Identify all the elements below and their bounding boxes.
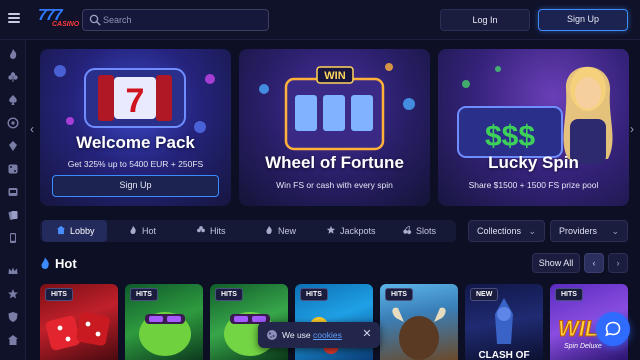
fire-icon [41,257,49,269]
banner-subtitle: Share $1500 + 1500 FS prize pool [468,180,599,190]
providers-label: Providers [559,226,598,236]
game-subtitle-text: Spin Deluxe [564,343,602,350]
cards-icon[interactable] [7,209,19,221]
banner-lucky-spin[interactable]: $$$ Lucky Spin Share $1500 + 1500 FS pri… [438,49,629,206]
search-box[interactable] [82,9,269,31]
banner-subtitle: Win FS or cash with every spin [276,180,393,190]
banner-title: Welcome Pack [76,133,195,152]
section-title: Hot [40,255,77,273]
game-badge: NEW [470,288,499,301]
tab-label: New [278,226,297,236]
signup-button[interactable]: Sign Up [538,9,628,31]
clover-icon [197,226,205,233]
banner-wheel-of-fortune[interactable]: WIN Wheel of Fortune Win FS or cash with… [239,49,430,206]
tab-lobby[interactable]: Lobby [42,220,107,242]
tab-label: Hot [142,226,157,236]
banner-title: Wheel of Fortune [265,153,404,172]
lobby-icon[interactable] [7,334,19,346]
login-button[interactable]: Log In [440,9,530,31]
tab-label: Lobby [70,226,95,236]
collections-label: Collections [477,226,522,236]
star-icon[interactable] [7,288,19,300]
star-icon [326,225,336,234]
providers-dropdown[interactable]: Providers ⌄ [550,220,628,242]
game-title-text: CLASH OF [478,350,529,360]
chat-button[interactable] [596,312,630,346]
show-all-button[interactable]: Show All [532,253,580,273]
game-title-text: WIL [558,316,598,341]
game-badge: HITS [300,288,328,301]
banner-prev-arrow[interactable]: ‹ [30,122,34,136]
category-tabs: Lobby Hot Hits New Jackpots Slots [40,220,456,242]
fire-icon[interactable] [7,48,19,60]
cherry-icon [403,225,412,235]
section-title-text: Hot [55,256,77,271]
game-badge: HITS [130,288,158,301]
clover-icon[interactable] [7,71,19,83]
collections-dropdown[interactable]: Collections ⌄ [468,220,545,242]
menu-icon[interactable] [8,13,20,23]
cookie-text: We use [282,330,311,340]
search-input[interactable] [103,13,263,27]
game-badge: HITS [385,288,413,301]
chat-icon [605,321,621,337]
tab-slots[interactable]: Slots [402,220,452,242]
lobby-icon [56,225,66,235]
banner-title: Lucky Spin [488,153,579,172]
tab-new[interactable]: New [264,220,324,242]
phone-icon[interactable] [7,232,19,244]
shield-icon[interactable] [7,311,19,323]
cookie-text-wrap: We use cookies [282,330,342,340]
next-page-button[interactable]: › [608,253,628,273]
slot-icon[interactable] [7,186,19,198]
fire-icon [130,225,136,235]
game-card[interactable]: HITS [125,284,203,360]
flame-icon [266,225,272,235]
chevron-down-icon: ⌄ [611,226,619,236]
tab-label: Jackpots [340,226,376,236]
game-card[interactable]: CLASH OF NEW [465,284,543,360]
reel-seven: 7 [126,82,145,120]
prev-page-button[interactable]: ‹ [584,253,604,273]
ace-spade-icon[interactable] [7,94,19,106]
logo-text: CASINO [52,21,80,28]
banner-next-arrow[interactable]: › [630,122,634,136]
reel-dollars: $$$ [485,120,535,153]
game-card[interactable]: HITS [380,284,458,360]
cookie-banner: We use cookies ✕ [258,322,380,348]
sidebar-rail [0,40,26,360]
game-card[interactable]: HITS [40,284,118,360]
close-icon[interactable]: ✕ [360,327,374,341]
win-sign: WIN [324,70,345,82]
tab-hot[interactable]: Hot [128,220,188,242]
tab-jackpots[interactable]: Jackpots [326,220,396,242]
roulette-icon[interactable] [7,117,19,129]
crown-icon[interactable] [7,265,19,277]
top-bar: 777 CASINO Log In Sign Up [0,0,640,40]
cookie-link[interactable]: cookies [313,330,342,340]
banner-signup-button[interactable]: Sign Up [52,175,219,197]
tab-label: Slots [416,226,437,236]
tab-hits[interactable]: Hits [196,220,256,242]
crystal-icon[interactable] [7,140,19,152]
game-badge: HITS [555,288,583,301]
game-badge: HITS [45,288,73,301]
chevron-down-icon: ⌄ [528,226,536,236]
dice-icon[interactable] [7,163,19,175]
search-icon [89,14,101,26]
logo[interactable]: 777 CASINO [38,7,79,31]
game-badge: HITS [215,288,243,301]
tab-label: Hits [210,226,226,236]
banner-subtitle: Get 325% up to 5400 EUR + 250FS [67,159,204,169]
cookie-icon [267,330,277,340]
banner-welcome-pack[interactable]: 7 Welcome Pack Get 325% up to 5400 EUR +… [40,49,231,206]
